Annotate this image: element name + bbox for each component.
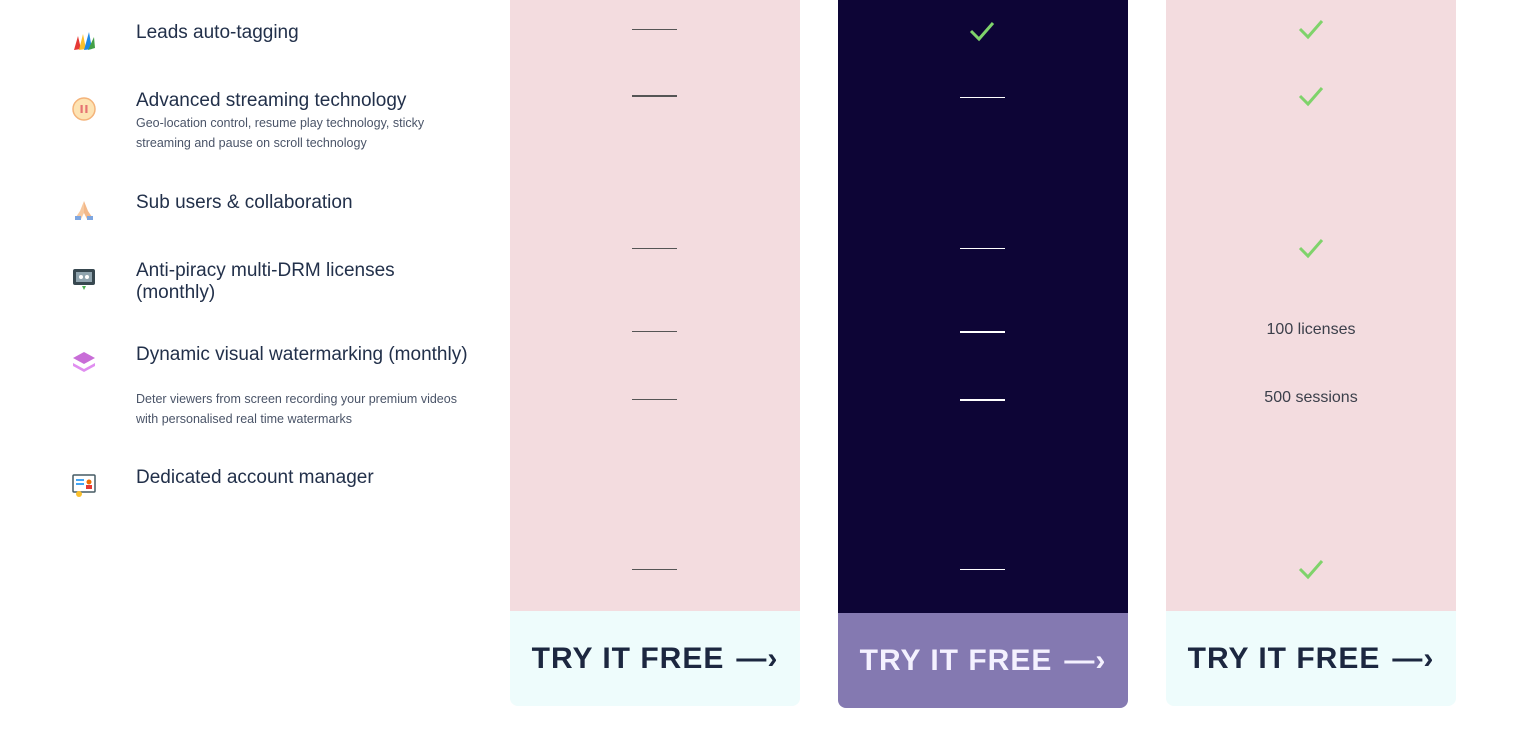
arrow-right-icon: —› <box>1064 643 1107 677</box>
feature-title: Dynamic visual watermarking (monthly) <box>136 344 468 365</box>
plan-column-pro <box>838 0 1128 613</box>
cta-label: TRY IT FREE <box>531 641 725 675</box>
not-included-dash <box>960 331 1005 333</box>
cta-label: TRY IT FREE <box>1187 641 1381 675</box>
feature-title: Anti-piracy multi-DRM licenses (monthly) <box>136 260 395 303</box>
not-included-dash <box>960 569 1005 570</box>
drm-licenses-value: 100 licenses <box>1266 321 1356 338</box>
not-included-dash <box>632 399 677 400</box>
hands-icon <box>75 201 93 220</box>
layers-icon <box>73 352 95 372</box>
check-icon <box>1298 20 1324 40</box>
arrow-right-icon: —› <box>1392 641 1435 675</box>
plan-column-enterprise: 100 licenses 500 sessions <box>1166 0 1456 611</box>
not-included-dash <box>632 29 677 30</box>
shield-screen-icon <box>73 269 95 290</box>
not-included-dash <box>632 569 677 570</box>
watermark-sessions-value: 500 sessions <box>1264 389 1358 406</box>
cta-label: TRY IT FREE <box>859 643 1053 677</box>
not-included-dash <box>960 399 1005 401</box>
feature-title: Dedicated account manager <box>136 467 374 488</box>
plan-column-basic <box>510 0 800 611</box>
check-icon <box>969 22 995 42</box>
tags-icon <box>74 32 95 50</box>
try-it-free-button[interactable]: TRY IT FREE —› <box>838 613 1128 708</box>
feature-description: Deter viewers from screen recording your… <box>136 392 457 426</box>
check-icon <box>1298 239 1324 259</box>
pause-icon <box>72 97 96 121</box>
try-it-free-button[interactable]: TRY IT FREE —› <box>510 611 800 706</box>
arrow-right-icon: —› <box>736 641 779 675</box>
manager-icon <box>72 474 96 497</box>
not-included-dash <box>960 97 1005 98</box>
feature-description: Geo-location control, resume play techno… <box>136 116 425 150</box>
feature-title: Sub users & collaboration <box>136 192 353 213</box>
check-icon <box>1298 87 1324 107</box>
not-included-dash <box>632 248 677 249</box>
try-it-free-button[interactable]: TRY IT FREE —› <box>1166 611 1456 706</box>
not-included-dash <box>632 331 677 332</box>
check-icon <box>1298 560 1324 580</box>
not-included-dash <box>960 248 1005 249</box>
feature-title: Advanced streaming technology <box>136 90 407 111</box>
not-included-dash <box>632 95 677 97</box>
feature-title: Leads auto-tagging <box>136 22 299 43</box>
